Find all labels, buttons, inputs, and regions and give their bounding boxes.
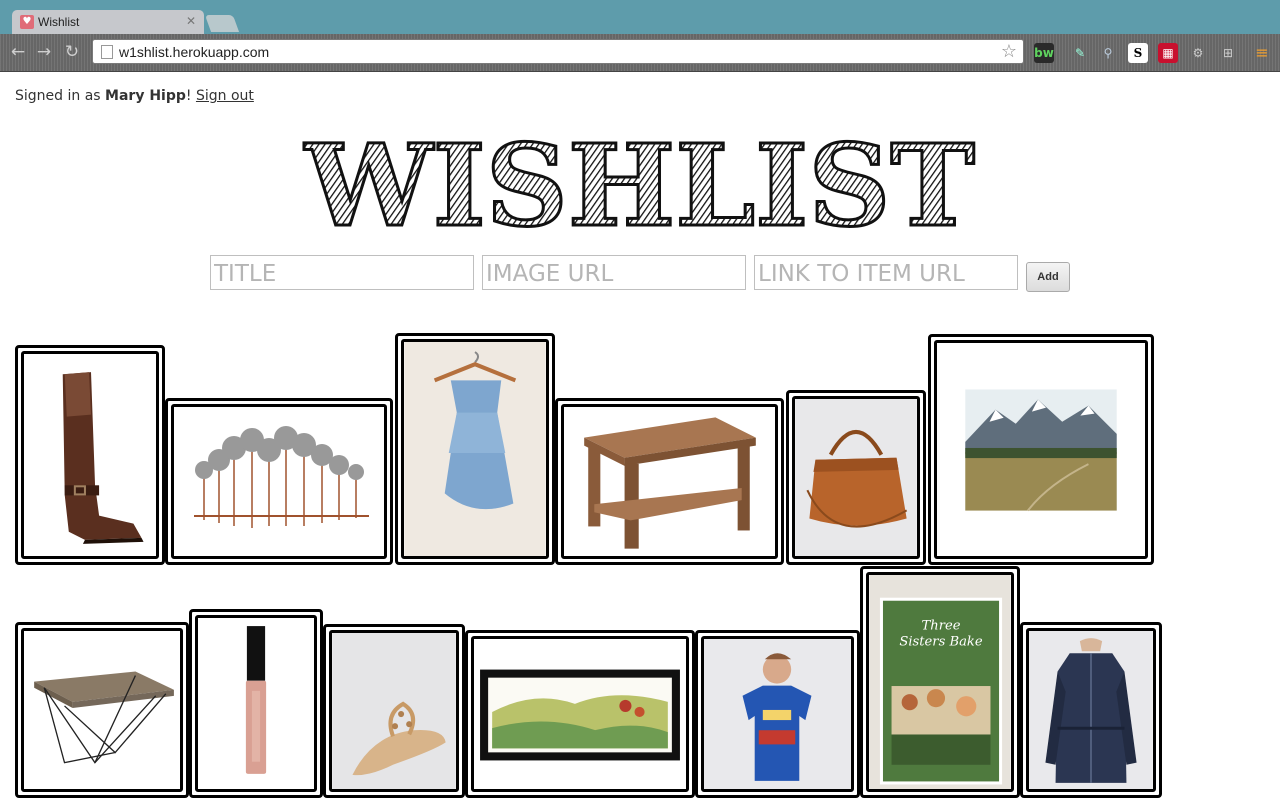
gear-extension-icon[interactable]: ⚙ [1188,43,1208,63]
item-link-input[interactable] [754,255,1018,290]
gatsby-tshirt-image [704,639,851,789]
wishlist-item-card[interactable] [555,398,784,565]
menu-icon[interactable]: ≡ [1252,43,1272,63]
wishlist-item-card[interactable] [928,334,1154,565]
coffee-table-image [24,631,180,789]
wishlist-item-card[interactable] [786,390,926,565]
sign-out-link[interactable]: Sign out [196,88,254,104]
wishlist-item-card[interactable] [1020,622,1162,798]
wishlist-item-card[interactable]: Three Sisters Bake [860,566,1020,798]
reload-icon[interactable]: ↻ [62,42,82,62]
book-title-line-1: Three [922,619,961,634]
wishlist-item-card[interactable] [323,624,465,798]
blue-camisole-image [404,342,546,556]
heart-favicon-icon: ♥ [20,15,34,29]
bookmark-star-icon[interactable]: ☆ [1001,41,1017,62]
wishlist-logo: WISHLIST [302,125,976,237]
browser-toolbar: ← → ↻ w1shlist.herokuapp.com ☆ bw ✎ ⚲ S … [0,34,1280,72]
title-input[interactable] [210,255,474,290]
wishlist-item-card[interactable] [189,609,323,798]
tab-title: Wishlist [38,15,80,29]
three-sisters-bake-book-image: Three Sisters Bake [869,575,1011,789]
mountain-landscape-image [937,343,1145,556]
book-title-line-2: Sisters Bake [899,635,982,650]
brown-leather-boot-image [24,354,156,556]
wishlist-item-card[interactable] [165,398,393,565]
signed-in-status: Signed in as Mary Hipp! Sign out [15,88,254,104]
url-text[interactable]: w1shlist.herokuapp.com [119,44,269,60]
wishlist-item-card[interactable] [695,630,860,798]
wishlist-item-card[interactable] [465,630,695,798]
tab-close-icon[interactable]: ✕ [186,14,196,28]
cognac-handbag-image [795,399,917,556]
add-button[interactable]: Add [1026,262,1070,292]
address-bar[interactable]: w1shlist.herokuapp.com ☆ [92,39,1024,64]
wishlist-item-card[interactable] [15,345,165,565]
forward-arrow-icon[interactable]: → [34,42,54,62]
magnifier-extension-icon[interactable]: ⚲ [1098,43,1118,63]
page-icon [101,45,113,59]
bw-extension-icon[interactable]: bw [1034,43,1054,63]
eyedropper-extension-icon[interactable]: ✎ [1070,43,1090,63]
image-url-input[interactable] [482,255,746,290]
browser-tab-bar: ♥ Wishlist ✕ [0,0,1280,34]
red-extension-icon[interactable]: ▦ [1158,43,1178,63]
signed-in-exclamation: ! [185,88,192,104]
wishlist-item-card[interactable] [15,622,189,798]
new-tab-button[interactable] [204,15,240,32]
navy-jacket-image [1029,631,1153,789]
wooden-side-table-image [564,407,775,556]
signed-in-prefix: Signed in as [15,88,106,104]
s-extension-icon[interactable]: S [1128,43,1148,63]
puzzle-extension-icon[interactable]: ⊞ [1218,43,1238,63]
watercolor-landscape-image [474,639,686,789]
beaded-sandal-image [332,633,456,789]
user-name: Mary Hipp [105,88,186,104]
back-arrow-icon[interactable]: ← [8,42,28,62]
metal-tree-wall-art-image [174,408,384,555]
lip-gloss-image [198,618,314,789]
logo-text: WISHLIST [304,125,975,237]
browser-tab[interactable]: ♥ Wishlist ✕ [12,10,204,34]
wishlist-item-card[interactable] [395,333,555,565]
